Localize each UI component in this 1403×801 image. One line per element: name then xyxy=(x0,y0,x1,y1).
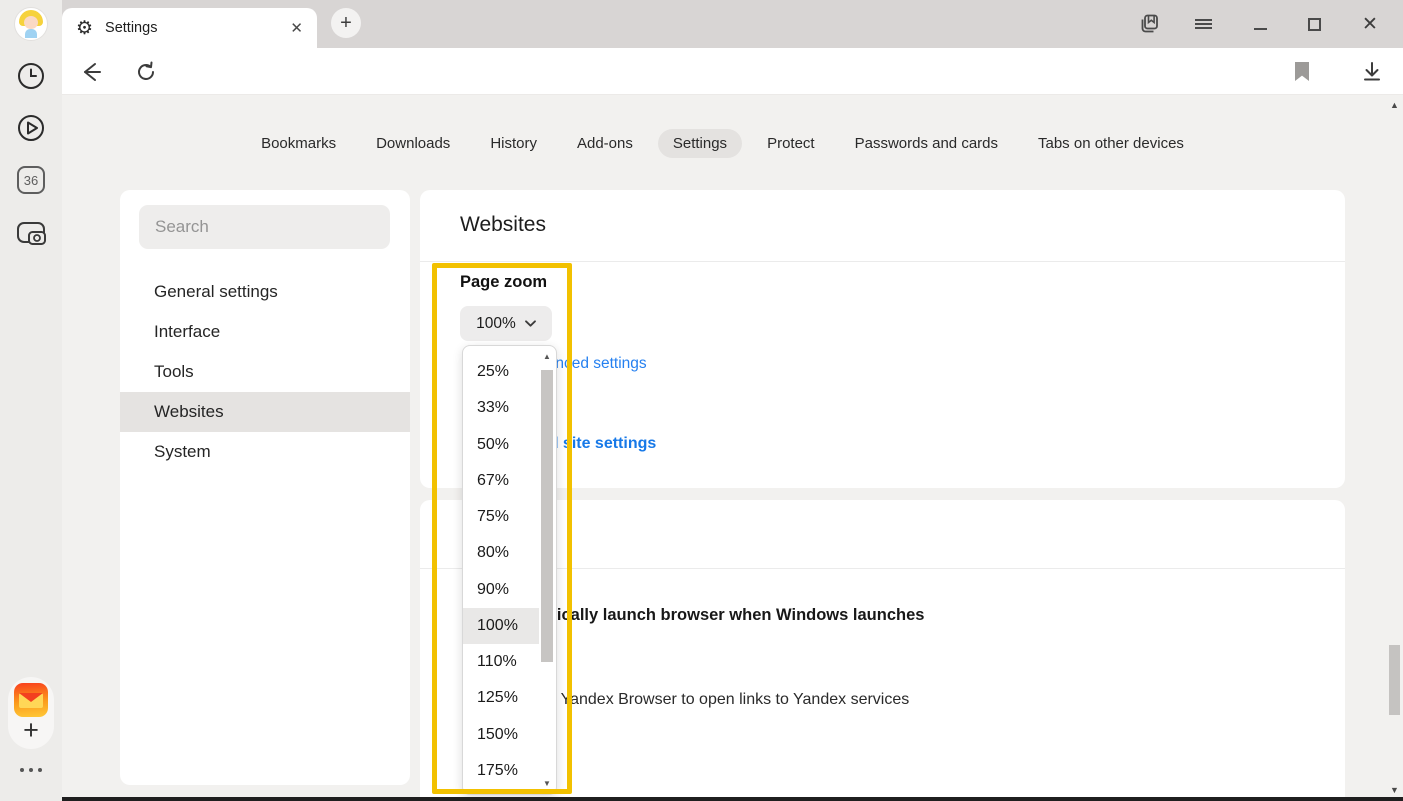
tab-count-badge[interactable]: 36 xyxy=(0,165,62,195)
settings-nav-item[interactable]: Interface xyxy=(120,312,410,352)
gear-icon: ⚙ xyxy=(76,19,93,38)
settings-nav-item[interactable]: Websites xyxy=(120,392,410,432)
zoom-option[interactable]: 33% xyxy=(463,390,539,426)
popup-scrollbar-thumb[interactable] xyxy=(541,370,553,662)
bookmark-flag-icon[interactable] xyxy=(1288,58,1316,86)
tab-label: Settings xyxy=(105,20,278,36)
back-arrow-icon[interactable] xyxy=(77,58,105,86)
zoom-option[interactable]: 175% xyxy=(463,753,539,789)
minimize-icon[interactable] xyxy=(1247,11,1273,37)
zoom-option[interactable]: 67% xyxy=(463,463,539,499)
browser-window: 36 + ⚙ Settings ✕ + ✕ xyxy=(0,0,1403,801)
page-scrollbar[interactable]: ▲ ▼ xyxy=(1386,95,1403,801)
zoom-option[interactable]: 75% xyxy=(463,499,539,535)
avatar-face xyxy=(24,16,38,29)
close-icon[interactable]: ✕ xyxy=(1357,11,1383,37)
popup-scrollbar[interactable]: ▲ ▼ xyxy=(540,349,554,791)
screenshot-icon[interactable] xyxy=(0,216,62,250)
scroll-up-icon[interactable]: ▲ xyxy=(540,352,554,361)
nav-tab[interactable]: Downloads xyxy=(361,129,465,158)
settings-nav-panel: General settingsInterfaceToolsWebsitesSy… xyxy=(120,190,410,785)
card-divider xyxy=(420,261,1345,262)
zoom-options-list: 25%33%50%67%75%80%90%100%110%125%150%175… xyxy=(463,354,539,789)
zoom-option[interactable]: 50% xyxy=(463,427,539,463)
system-card xyxy=(420,500,1345,801)
new-tab-button[interactable]: + xyxy=(331,8,361,38)
page-scroll-up-icon[interactable]: ▲ xyxy=(1386,100,1403,110)
scroll-down-icon[interactable]: ▼ xyxy=(540,779,554,788)
settings-top-nav: Bookmarks Downloads History Add-ons Settings… xyxy=(62,129,1383,158)
browser-tab-settings[interactable]: ⚙ Settings ✕ xyxy=(62,8,317,48)
avatar-body xyxy=(25,29,37,38)
websites-card-title: Websites xyxy=(460,213,546,237)
nav-tab[interactable]: Add-ons xyxy=(562,129,648,158)
nav-tab[interactable]: Protect xyxy=(752,129,830,158)
tab-close-icon[interactable]: ✕ xyxy=(290,19,303,37)
left-rail: 36 + xyxy=(0,0,62,801)
nav-tab[interactable]: History xyxy=(475,129,552,158)
settings-nav-item[interactable]: Tools xyxy=(120,352,410,392)
page-zoom-value: 100% xyxy=(476,315,516,333)
chevron-down-icon xyxy=(525,320,536,327)
profile-avatar[interactable] xyxy=(14,7,48,41)
zoom-option[interactable]: 150% xyxy=(463,717,539,753)
reload-icon[interactable] xyxy=(132,58,160,86)
page-zoom-label: Page zoom xyxy=(460,273,547,292)
collections-icon[interactable] xyxy=(1137,11,1163,37)
nav-tab[interactable]: Bookmarks xyxy=(246,129,351,158)
add-panel-icon[interactable]: + xyxy=(0,712,62,748)
card-divider xyxy=(420,568,1345,569)
more-dots-icon[interactable] xyxy=(0,768,62,772)
settings-nav-list: General settingsInterfaceToolsWebsitesSy… xyxy=(120,272,410,472)
yandex-links-setting-label[interactable]: Use Yandex Browser to open links to Yand… xyxy=(528,691,909,709)
page-zoom-dropdown[interactable]: 100% xyxy=(460,306,552,341)
zoom-option[interactable]: 90% xyxy=(463,572,539,608)
zoom-option[interactable]: 110% xyxy=(463,644,539,680)
tab-bar: ⚙ Settings ✕ + ✕ xyxy=(62,0,1403,48)
toolbar xyxy=(62,48,1403,95)
mail-flap xyxy=(19,693,43,702)
zoom-option[interactable]: 25% xyxy=(463,354,539,390)
menu-icon[interactable] xyxy=(1190,11,1216,37)
download-icon[interactable] xyxy=(1358,58,1386,86)
history-clock-icon[interactable] xyxy=(0,60,62,92)
page-scrollbar-thumb[interactable] xyxy=(1389,645,1400,715)
nav-tab[interactable]: Tabs on other devices xyxy=(1023,129,1199,158)
nav-tab[interactable]: Settings xyxy=(658,129,742,158)
settings-nav-item[interactable]: System xyxy=(120,432,410,472)
maximize-icon[interactable] xyxy=(1301,11,1327,37)
settings-nav-item[interactable]: General settings xyxy=(120,272,410,312)
window-bottom-edge xyxy=(62,797,1403,801)
zoom-option[interactable]: 80% xyxy=(463,535,539,571)
zoom-option[interactable]: 100% xyxy=(463,608,539,644)
search-input[interactable] xyxy=(139,205,390,249)
zoom-option[interactable]: 125% xyxy=(463,680,539,716)
nav-tab[interactable]: Passwords and cards xyxy=(840,129,1013,158)
page-scroll-down-icon[interactable]: ▼ xyxy=(1386,785,1403,795)
zoom-options-popup: 25%33%50%67%75%80%90%100%110%125%150%175… xyxy=(462,345,557,795)
video-play-icon[interactable] xyxy=(0,112,62,144)
